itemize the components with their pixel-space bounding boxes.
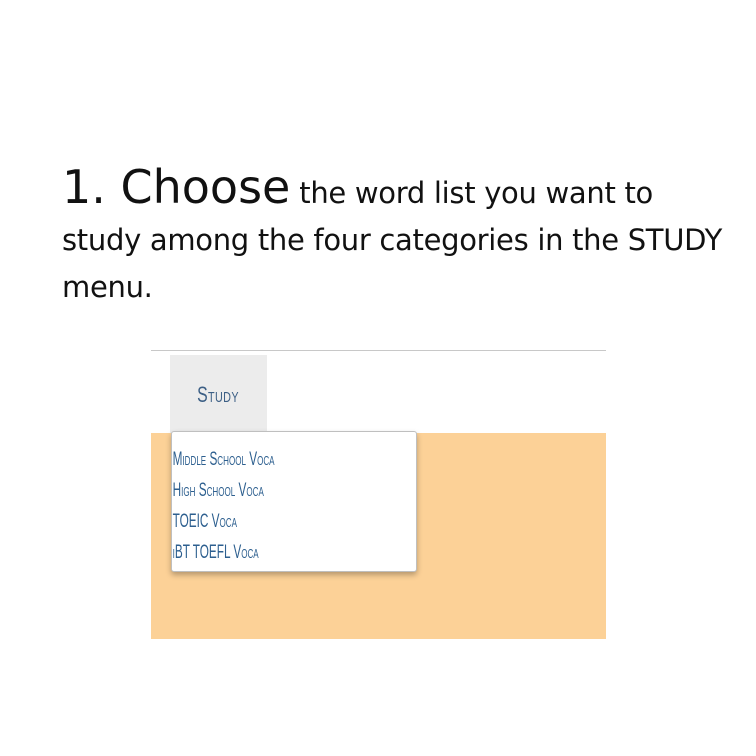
nav-item-study-label: Study bbox=[197, 381, 240, 407]
menu-item-ibt-toefl-voca[interactable]: iBT TOEFL Voca bbox=[172, 537, 323, 568]
nav-item-study[interactable]: Study bbox=[170, 355, 267, 434]
study-dropdown-menu: Middle School Voca High School Voca TOEI… bbox=[171, 431, 417, 572]
instruction-step: 1. Choose bbox=[62, 160, 291, 214]
menu-item-toeic-voca[interactable]: TOEIC Voca bbox=[172, 506, 323, 537]
menu-demo-screenshot: Study Middle School Voca High School Voc… bbox=[151, 350, 606, 639]
instruction-heading: 1. Choose the word list you want to stud… bbox=[62, 164, 722, 311]
navbar: Study bbox=[151, 351, 606, 434]
menu-item-high-school-voca[interactable]: High School Voca bbox=[172, 475, 323, 506]
menu-item-middle-school-voca[interactable]: Middle School Voca bbox=[172, 444, 323, 475]
